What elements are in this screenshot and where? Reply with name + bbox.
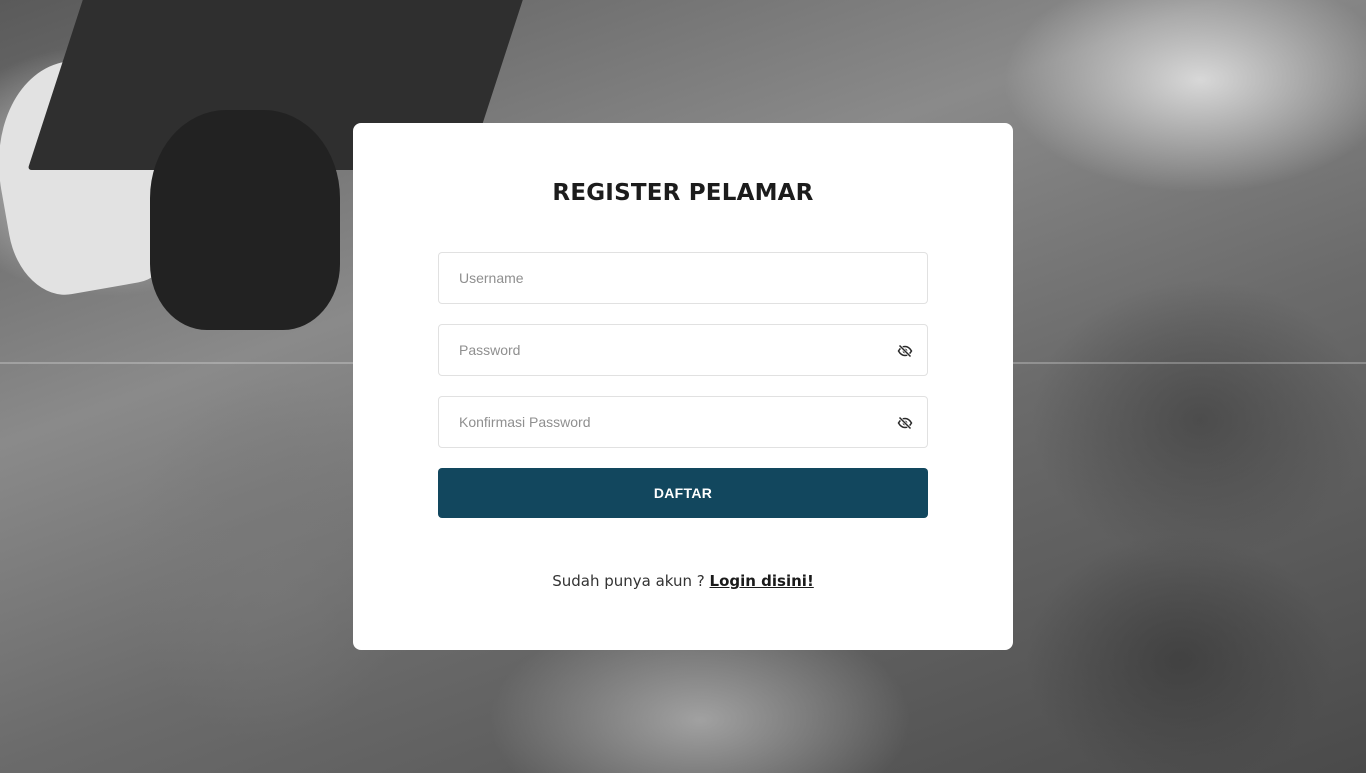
- username-input[interactable]: [439, 253, 927, 303]
- eye-slash-icon[interactable]: [897, 343, 913, 359]
- login-prompt: Sudah punya akun ? Login disini!: [0, 570, 1366, 592]
- login-prompt-text: Sudah punya akun ?: [552, 572, 710, 590]
- eye-slash-icon-glyph: [897, 344, 913, 358]
- password-field-wrapper: [438, 324, 928, 376]
- eye-slash-icon[interactable]: [897, 415, 913, 431]
- confirm-password-field-wrapper: [438, 396, 928, 448]
- background-head: [150, 110, 340, 330]
- username-field-wrapper: [438, 252, 928, 304]
- page-title: REGISTER PELAMAR: [552, 180, 814, 206]
- register-button[interactable]: DAFTAR: [438, 468, 928, 518]
- eye-slash-icon-glyph: [897, 416, 913, 430]
- password-input[interactable]: [439, 325, 927, 375]
- confirm-password-input[interactable]: [439, 397, 927, 447]
- login-link[interactable]: Login disini!: [710, 572, 814, 590]
